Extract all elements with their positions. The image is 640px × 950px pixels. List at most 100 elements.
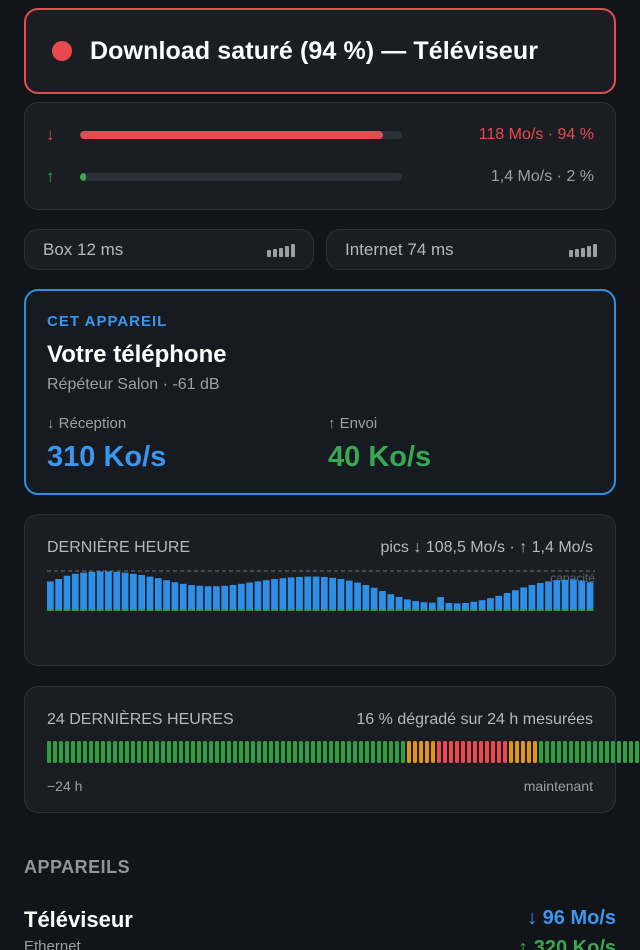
timeline-segment xyxy=(95,741,99,763)
last-day-summary: 16 % dégradé sur 24 h mesurées xyxy=(356,711,593,728)
hour-upload-bar xyxy=(204,609,212,611)
hour-download-bar xyxy=(80,572,87,611)
devices-heading: APPAREILS xyxy=(24,857,131,877)
last-day-title: 24 DERNIÈRES HEURES xyxy=(47,711,234,728)
timeline-segment xyxy=(119,741,123,763)
hour-upload-bar xyxy=(420,609,428,611)
timeline-segment xyxy=(521,741,525,763)
reception-value: 310 Ko/s xyxy=(47,441,167,473)
timeline-segment xyxy=(251,741,255,763)
timeline-segment xyxy=(263,741,267,763)
timeline-segment xyxy=(287,741,291,763)
timeline-segment xyxy=(179,741,183,763)
hour-upload-bar xyxy=(578,609,586,611)
timeline-segment xyxy=(503,741,507,763)
timeline-segment xyxy=(239,741,243,763)
hour-download-bar xyxy=(262,580,270,611)
hour-upload-bar xyxy=(329,609,336,611)
internet-latency-pill[interactable]: Internet 74 ms xyxy=(326,229,616,270)
hour-download-bar xyxy=(337,579,345,611)
download-bar xyxy=(80,131,402,139)
timeline-segment xyxy=(569,741,573,763)
timeline-segment xyxy=(383,741,387,763)
timeline-segment xyxy=(515,741,519,763)
hour-download-bar xyxy=(237,583,245,611)
hour-upload-bar xyxy=(130,609,137,611)
hour-upload-bar xyxy=(337,609,345,611)
reception-label: ↓ Réception xyxy=(47,415,127,432)
timeline-segment xyxy=(329,741,333,763)
hour-upload-bar xyxy=(63,609,71,611)
timeline-segment xyxy=(431,741,435,763)
alert-dot-icon xyxy=(52,41,72,61)
hour-upload-bar xyxy=(47,609,54,611)
hour-upload-bar xyxy=(511,609,519,611)
hour-upload-bar xyxy=(570,609,577,611)
signal-bars-icon xyxy=(569,242,597,257)
timeline-segment xyxy=(599,741,603,763)
hour-download-bar xyxy=(528,585,536,611)
timeline-segment xyxy=(323,741,327,763)
hour-download-bar xyxy=(146,576,154,611)
timeline-segment xyxy=(107,741,111,763)
timeline-segment xyxy=(455,741,459,763)
upload-bar xyxy=(80,173,402,181)
hour-download-bar xyxy=(213,586,220,611)
timeline-segment xyxy=(365,741,369,763)
timeline-segment xyxy=(299,741,303,763)
hour-upload-bar xyxy=(561,609,569,611)
this-device-card[interactable]: CET APPAREIL Votre téléphone Répéteur Sa… xyxy=(24,289,616,495)
timeline-segment xyxy=(227,741,231,763)
bandwidth-card xyxy=(24,102,616,210)
hour-download-bar xyxy=(545,581,552,611)
hour-upload-bar xyxy=(188,609,195,611)
hour-download-bar xyxy=(370,587,378,611)
hour-upload-bar xyxy=(271,609,278,611)
timeline-segment xyxy=(281,741,285,763)
hour-download-bar xyxy=(304,576,312,611)
timeline-segment xyxy=(341,741,345,763)
hour-upload-bar xyxy=(487,609,494,611)
hour-upload-bar xyxy=(387,609,395,611)
hour-download-bar xyxy=(312,576,320,611)
hour-download-bar xyxy=(279,578,287,611)
hour-download-bar xyxy=(229,585,237,611)
timeline-segment xyxy=(59,741,63,763)
timeline-segment xyxy=(575,741,579,763)
hour-download-bar xyxy=(495,595,503,611)
hour-download-bar xyxy=(379,591,386,611)
hour-upload-bar xyxy=(370,609,378,611)
hour-upload-bar xyxy=(138,609,146,611)
hour-download-bar xyxy=(246,582,253,611)
timeline-segment xyxy=(203,741,207,763)
hour-upload-bar xyxy=(379,609,386,611)
timeline-segment xyxy=(407,741,411,763)
device-name[interactable]: Téléviseur xyxy=(24,907,133,933)
last-hour-title: DERNIÈRE HEURE xyxy=(47,539,191,556)
download-row: ↓ 118 Mo/s · 94 % xyxy=(46,123,594,147)
hour-download-bar xyxy=(71,573,79,611)
hour-download-bar xyxy=(196,585,204,611)
hour-upload-bar xyxy=(553,609,561,611)
device-upload: ↑ 320 Ko/s xyxy=(518,937,616,950)
hour-upload-bar xyxy=(395,609,403,611)
timeline-segment xyxy=(395,741,399,763)
saturation-alert[interactable]: Download saturé (94 %) — Téléviseur xyxy=(24,8,616,94)
hour-upload-bar xyxy=(312,609,320,611)
signal-bars-icon xyxy=(267,242,295,257)
device-connection: Ethernet xyxy=(24,938,81,950)
hour-download-bar xyxy=(221,585,229,611)
hour-download-bar xyxy=(511,590,519,611)
timeline-segment xyxy=(425,741,429,763)
box-latency-pill[interactable]: Box 12 ms xyxy=(24,229,314,270)
hour-download-bar xyxy=(345,580,353,611)
timeline-segment xyxy=(359,741,363,763)
timeline-segment xyxy=(47,741,51,763)
hour-upload-bar xyxy=(503,609,511,611)
timeline-segment xyxy=(53,741,57,763)
hour-download-bar xyxy=(179,583,187,611)
hour-upload-bar xyxy=(179,609,187,611)
timeline-segment xyxy=(275,741,279,763)
timeline-segment xyxy=(581,741,585,763)
hour-upload-bar xyxy=(80,609,87,611)
